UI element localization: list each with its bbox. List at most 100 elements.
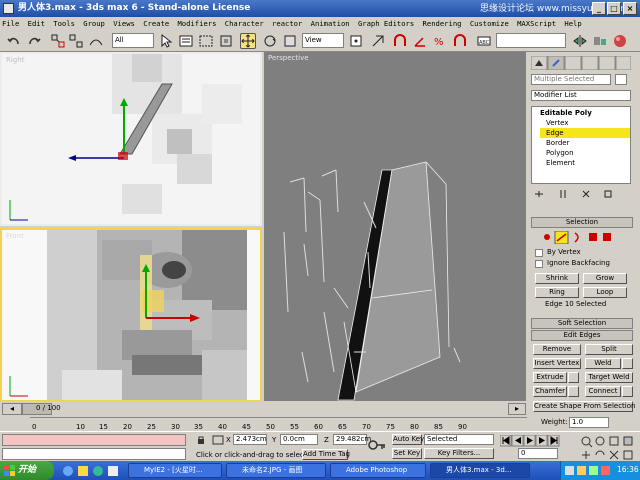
object-name-field[interactable]: Multiple Selected — [531, 74, 611, 85]
stack-item-border[interactable]: Border — [546, 138, 569, 148]
key-filters-button[interactable]: Key Filters... — [424, 448, 494, 459]
split-button[interactable]: Split — [585, 344, 633, 355]
loop-button[interactable]: Loop — [583, 287, 627, 298]
weld-button[interactable]: Weld — [585, 358, 621, 369]
menu-create[interactable]: Create — [143, 17, 169, 30]
tray-icons[interactable] — [565, 465, 615, 476]
align-icon[interactable] — [592, 33, 608, 49]
maxscript-listener-mini[interactable] — [2, 434, 186, 446]
bind-to-space-warp-icon[interactable] — [88, 33, 104, 49]
taskbar-item-photoshop[interactable]: Adobe Photoshop — [330, 463, 426, 478]
select-and-rotate-icon[interactable] — [262, 33, 278, 49]
stack-item-vertex[interactable]: Vertex — [546, 118, 569, 128]
edit-named-selection-icon[interactable]: ABC — [476, 33, 492, 49]
undo-icon[interactable] — [6, 33, 22, 49]
viewport-right[interactable]: Right — [0, 52, 262, 226]
key-mode-dropdown[interactable]: Selected — [424, 434, 494, 445]
menu-views[interactable]: Views — [113, 17, 135, 30]
viewport-perspective[interactable]: Perspective — [264, 52, 526, 401]
edit-edges-rollout-header[interactable]: Edit Edges — [531, 330, 633, 341]
select-and-link-icon[interactable] — [50, 33, 66, 49]
stack-item-edge[interactable]: Edge — [546, 128, 564, 138]
minimize-button[interactable]: _ — [592, 2, 606, 15]
soft-selection-rollout-header[interactable]: Soft Selection — [531, 318, 633, 329]
menu-animation[interactable]: Animation — [311, 17, 350, 30]
named-selection-sets-dropdown[interactable] — [496, 33, 566, 48]
viewport-navigation-controls[interactable] — [580, 435, 638, 461]
viewport-label-front[interactable]: Front — [6, 232, 24, 240]
select-and-move-icon[interactable] — [240, 33, 256, 49]
auto-key-button[interactable]: Auto Key — [392, 434, 424, 445]
connect-button[interactable]: Connect — [585, 386, 621, 397]
extrude-settings-icon[interactable] — [568, 372, 579, 383]
y-coordinate-field[interactable]: 0.0cm — [280, 434, 318, 445]
percent-snap-icon[interactable]: % — [432, 33, 448, 49]
close-button[interactable]: × — [623, 2, 637, 15]
unlink-selection-icon[interactable] — [68, 33, 84, 49]
set-key-icon[interactable] — [368, 438, 386, 452]
add-time-tag-button[interactable]: Add Time Tag — [302, 449, 350, 460]
taskbar-item-3dsmax[interactable]: 男人体3.max - 3d... — [430, 463, 530, 478]
set-key-button[interactable]: Set Key — [392, 448, 422, 459]
current-frame-field[interactable]: 0 — [518, 448, 558, 459]
weld-settings-icon[interactable] — [622, 358, 633, 369]
stack-item-element[interactable]: Element — [546, 158, 575, 168]
remove-button[interactable]: Remove — [533, 344, 581, 355]
snaps-toggle-icon[interactable] — [392, 33, 408, 49]
menu-help[interactable]: Help — [564, 17, 581, 30]
select-and-scale-icon[interactable] — [282, 33, 298, 49]
maximize-button[interactable]: □ — [607, 2, 621, 15]
select-by-name-icon[interactable] — [178, 33, 194, 49]
x-coordinate-field[interactable]: 2.473cm — [233, 434, 267, 445]
viewport-front[interactable]: Front — [0, 228, 262, 402]
menu-maxscript[interactable]: MAXScript — [517, 17, 556, 30]
by-vertex-checkbox[interactable] — [535, 249, 543, 257]
time-next-icon[interactable]: ▸ — [508, 403, 526, 415]
viewport-label-perspective[interactable]: Perspective — [268, 54, 309, 62]
create-shape-from-selection-button[interactable]: Create Shape From Selection — [533, 401, 635, 412]
pivot-center-icon[interactable] — [348, 33, 364, 49]
stack-toolbar-icons[interactable] — [531, 188, 631, 200]
maxscript-output-mini[interactable] — [2, 448, 186, 460]
menu-tools[interactable]: Tools — [53, 17, 75, 30]
stack-item-polygon[interactable]: Polygon — [546, 148, 574, 158]
command-panel-tabs[interactable] — [531, 56, 631, 70]
shrink-button[interactable]: Shrink — [535, 273, 579, 284]
lock-selection-icon[interactable] — [196, 435, 206, 445]
connect-settings-icon[interactable] — [622, 386, 633, 397]
chamfer-settings-icon[interactable] — [568, 386, 579, 397]
z-coordinate-field[interactable]: 29.482cm — [333, 434, 371, 445]
grow-button[interactable]: Grow — [583, 273, 627, 284]
stack-item-editable-poly[interactable]: Editable Poly — [540, 108, 592, 118]
playback-controls[interactable] — [500, 435, 572, 447]
window-crossing-icon[interactable] — [218, 33, 234, 49]
menu-rendering[interactable]: Rendering — [423, 17, 462, 30]
menu-group[interactable]: Group — [83, 17, 105, 30]
insert-vertex-button[interactable]: Insert Vertex — [533, 358, 581, 369]
selection-rollout-header[interactable]: Selection — [531, 217, 633, 228]
select-and-manipulate-icon[interactable] — [370, 33, 386, 49]
reference-coordinate-dropdown[interactable]: View — [302, 33, 344, 48]
material-editor-icon[interactable] — [612, 33, 628, 49]
menu-edit[interactable]: Edit — [28, 17, 45, 30]
time-prev-icon[interactable]: ◂ — [2, 403, 22, 415]
weight-field[interactable]: 1.0 — [569, 417, 609, 428]
menu-modifiers[interactable]: Modifiers — [177, 17, 216, 30]
menu-character[interactable]: Character — [225, 17, 264, 30]
menu-file[interactable]: File — [2, 17, 19, 30]
menu-customize[interactable]: Customize — [470, 17, 509, 30]
modifier-list-dropdown[interactable]: Modifier List — [531, 90, 631, 101]
quick-launch-icons[interactable] — [62, 465, 122, 477]
ignore-backfacing-checkbox[interactable] — [535, 260, 543, 268]
viewport-label-right[interactable]: Right — [6, 56, 24, 64]
extrude-button[interactable]: Extrude — [533, 372, 567, 383]
subobject-level-icons[interactable] — [541, 231, 621, 244]
menu-graph-editors[interactable]: Graph Editors — [358, 17, 414, 30]
selection-filter-dropdown[interactable]: All — [112, 33, 154, 48]
taskbar-item-paint[interactable]: 未命名2.JPG - 画图 — [226, 463, 326, 478]
absolute-mode-icon[interactable] — [212, 435, 224, 445]
taskbar-item-myie2[interactable]: MyIE2 - [火星时... — [128, 463, 222, 478]
target-weld-button[interactable]: Target Weld — [585, 372, 633, 383]
redo-icon[interactable] — [26, 33, 42, 49]
mirror-icon[interactable] — [572, 33, 588, 49]
